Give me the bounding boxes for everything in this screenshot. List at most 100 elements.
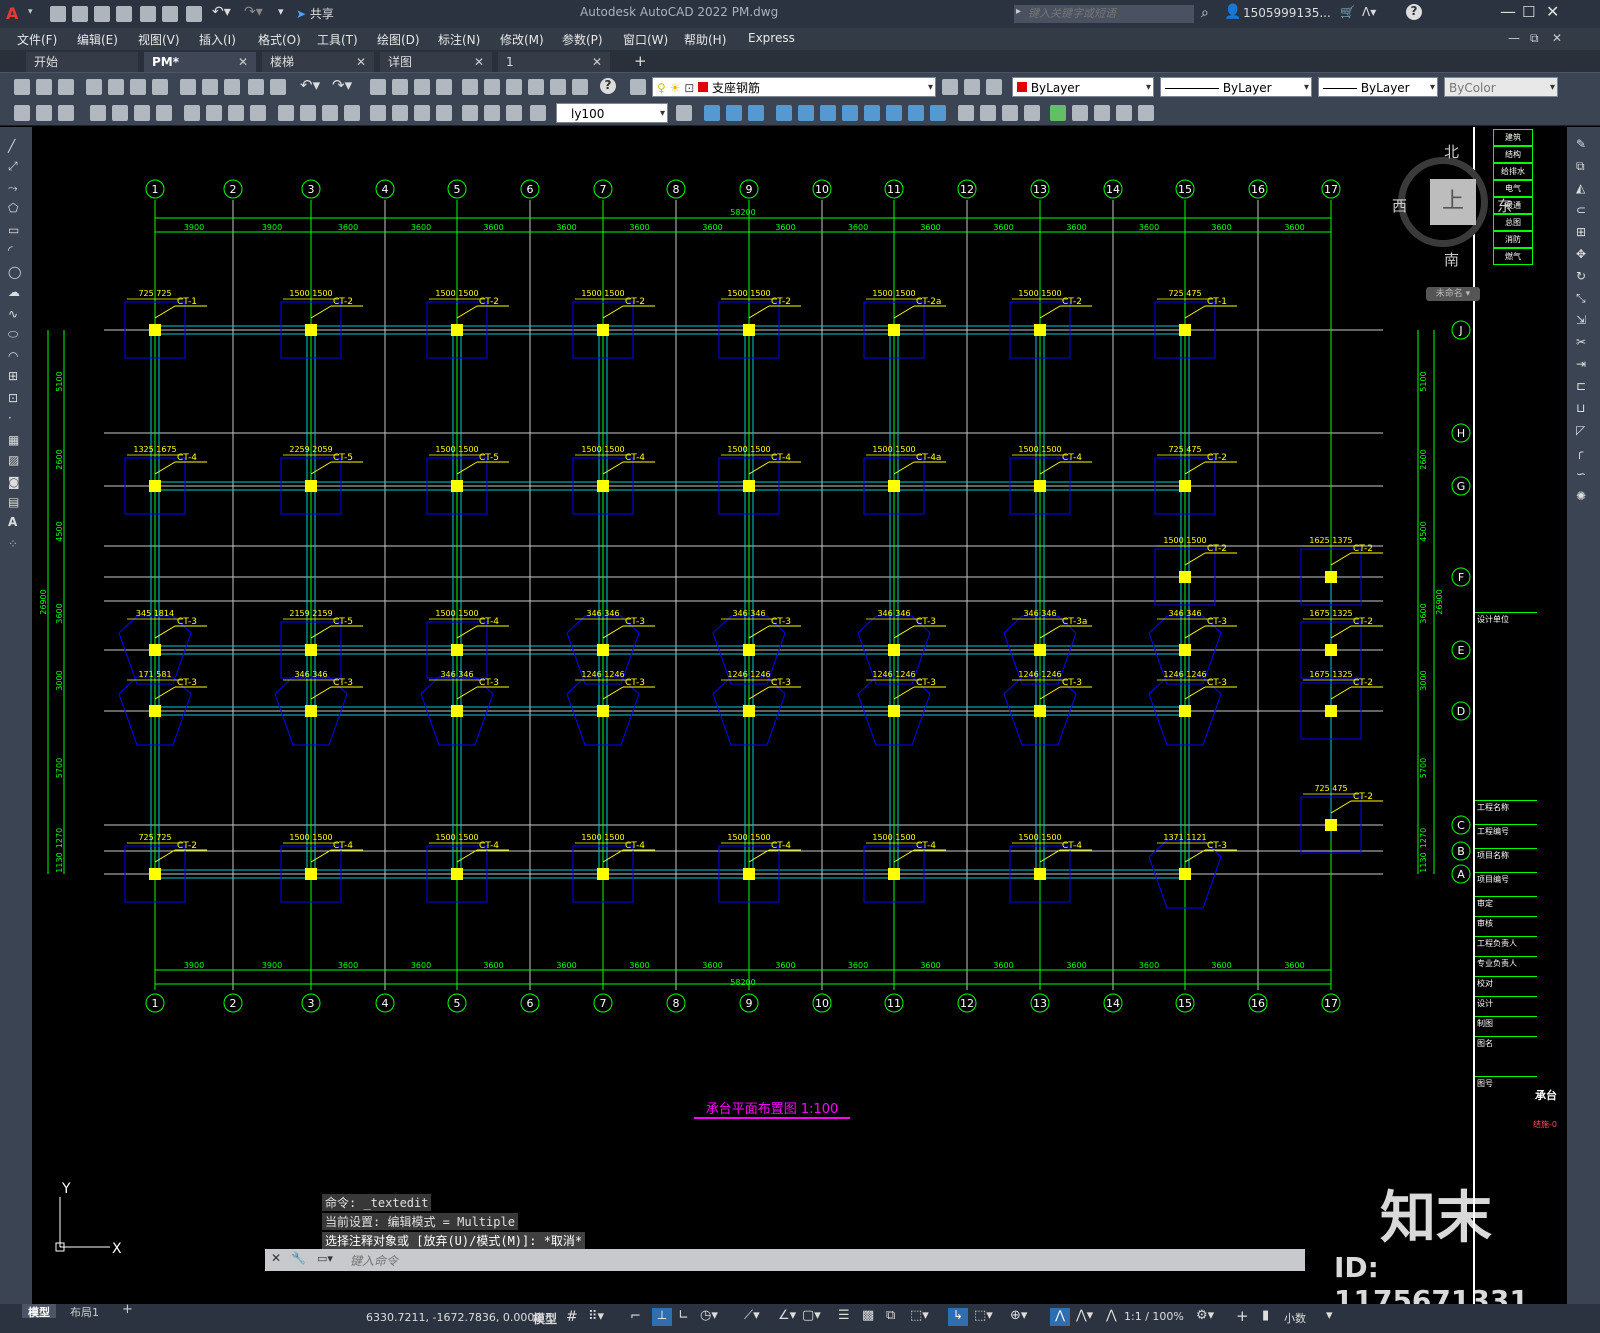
tab-start[interactable]: 开始 — [26, 52, 138, 72]
menu-parameters[interactable]: 参数(P) — [562, 31, 603, 48]
recent-commands-icon[interactable]: ▭▾ — [317, 1252, 333, 1265]
viewcube-north[interactable]: 北 — [1444, 141, 1459, 162]
dim-style-icon[interactable] — [484, 105, 500, 121]
user-icon[interactable]: 👤 — [1224, 4, 1241, 20]
plot-icon[interactable] — [186, 6, 202, 22]
undo-icon[interactable]: ↶▾ — [212, 4, 231, 20]
sheet-set-icon[interactable] — [528, 79, 544, 95]
tab-1[interactable]: 1 ✕ — [498, 52, 610, 72]
construction-line-icon[interactable]: ⤢ — [8, 159, 18, 174]
markup-icon[interactable] — [550, 79, 566, 95]
qnew-icon[interactable] — [14, 79, 30, 95]
plotstyle-dropdown[interactable]: ByColor ▾ — [1444, 77, 1558, 97]
drawing-canvas[interactable]: 58200 58200 3900 3900 3600 3600 3600 3600 3600 36… — [32, 127, 1567, 1304]
tab-pm[interactable]: PM* ✕ — [144, 52, 256, 72]
intersect-icon[interactable] — [1116, 105, 1132, 121]
zoom-window-icon[interactable] — [414, 79, 430, 95]
properties-icon[interactable] — [462, 79, 478, 95]
move-icon[interactable]: ✥ — [1576, 247, 1586, 261]
extrude-icon[interactable] — [958, 105, 974, 121]
tolerance-icon[interactable] — [322, 105, 338, 121]
slice-icon[interactable] — [1138, 105, 1154, 121]
lineweight-icon[interactable]: ☰ — [838, 1308, 850, 1323]
menu-dimension[interactable]: 标注(N) — [438, 31, 480, 48]
save-as-icon[interactable] — [116, 6, 132, 22]
ellipse-arc-icon[interactable]: ◠ — [8, 349, 18, 363]
trim-icon[interactable]: ✂ — [1576, 335, 1586, 349]
union-icon[interactable] — [1072, 105, 1088, 121]
menu-format[interactable]: 格式(O) — [258, 31, 301, 48]
auto-scale-icon[interactable]: ⋀▾ — [1076, 1308, 1093, 1323]
3d-move-icon[interactable] — [704, 105, 720, 121]
dim-baseline-icon[interactable] — [228, 105, 244, 121]
mirror-icon[interactable]: ◭ — [1576, 181, 1585, 195]
dim-jogged-icon[interactable] — [134, 105, 150, 121]
join-icon[interactable]: ⊔ — [1576, 401, 1585, 415]
search-box[interactable]: ▸ — [1014, 5, 1194, 23]
dim-linear-icon[interactable] — [14, 105, 30, 121]
arc-icon[interactable]: ◜ — [8, 243, 13, 257]
annotation-scale[interactable]: 1:1 / 100% — [1124, 1310, 1184, 1323]
save-web-icon[interactable] — [162, 6, 178, 22]
polar-tracking-icon[interactable]: ◷▾ — [700, 1308, 718, 1323]
loft-icon[interactable] — [1050, 105, 1066, 121]
snap-icon[interactable]: ⠿▾ — [588, 1309, 604, 1324]
quickcalc-icon[interactable] — [572, 79, 588, 95]
search-icon[interactable]: ⌕ — [1201, 5, 1209, 21]
coordinates-readout[interactable]: 6330.7211, -1672.7836, 0.0000 — [366, 1311, 541, 1324]
command-input[interactable] — [348, 1251, 1272, 1271]
rectangle-icon[interactable]: ▭ — [8, 223, 19, 237]
close-command-icon[interactable]: ✕ — [271, 1251, 281, 1265]
undo-icon[interactable]: ↶▾ — [300, 76, 320, 94]
save-icon[interactable] — [58, 79, 74, 95]
wedge-icon[interactable] — [798, 105, 814, 121]
autocad-logo-icon[interactable]: A — [6, 4, 26, 24]
pyramid-icon[interactable] — [908, 105, 924, 121]
make-block-icon[interactable]: ⊡ — [8, 391, 18, 405]
dim-aligned-icon[interactable] — [36, 105, 52, 121]
dim-arc-icon[interactable] — [58, 105, 74, 121]
viewcube-east[interactable]: 东 — [1497, 195, 1512, 216]
fillet-icon[interactable]: ╭ — [1576, 445, 1583, 459]
redo-icon[interactable]: ↷▾ — [332, 76, 352, 94]
dim-diameter-icon[interactable] — [156, 105, 172, 121]
dim-text-edit-icon[interactable] — [436, 105, 452, 121]
menu-insert[interactable]: 插入(I) — [199, 31, 236, 48]
selection-filter-icon[interactable]: ⬚▾ — [974, 1308, 993, 1323]
dim-space-icon[interactable] — [278, 105, 294, 121]
block-editor-icon[interactable] — [270, 79, 286, 95]
paste-icon[interactable] — [224, 79, 240, 95]
user-name[interactable]: 1505999135... — [1243, 6, 1331, 20]
tab-close-icon[interactable]: ✕ — [474, 52, 484, 72]
annotation-scale-icon[interactable]: ⋀ — [1106, 1308, 1117, 1323]
point-icon[interactable]: · — [8, 411, 12, 425]
sweep-icon[interactable] — [1002, 105, 1018, 121]
subtract-icon[interactable] — [1094, 105, 1110, 121]
help-icon[interactable]: ? — [1406, 4, 1422, 20]
object-snap-icon[interactable]: ▢▾ — [802, 1308, 821, 1323]
doc-close-icon[interactable]: ✕ — [1552, 31, 1562, 45]
hatch-icon[interactable]: ▦ — [8, 433, 19, 447]
layer-properties-icon[interactable] — [630, 79, 646, 95]
quick-properties-icon[interactable]: ▾ — [1326, 1308, 1333, 1323]
plot-icon[interactable] — [86, 79, 102, 95]
polygon-icon[interactable]: ⬠ — [8, 201, 18, 215]
doc-minimize-icon[interactable]: — — [1508, 31, 1520, 45]
cone-icon[interactable] — [820, 105, 836, 121]
blend-icon[interactable]: ∽ — [1576, 467, 1586, 481]
explode-icon[interactable]: ✺ — [1576, 489, 1586, 503]
linetype-dropdown[interactable]: ByLayer ▾ — [1160, 77, 1312, 97]
center-mark-icon[interactable] — [344, 105, 360, 121]
annotation-visibility-icon[interactable]: ⋀ — [1050, 1308, 1070, 1326]
units-icon[interactable]: ▮ — [1262, 1308, 1269, 1323]
help-icon[interactable]: ? — [600, 78, 616, 94]
layout-tab-model[interactable]: 模型 — [22, 1304, 56, 1319]
foundation-plan[interactable]: 58200582003900 3900 3600 3600 3600 3600 3600 36… — [32, 127, 1567, 1304]
add-layout-icon[interactable]: + — [122, 1302, 133, 1317]
zoom-previous-icon[interactable] — [436, 79, 452, 95]
save-icon[interactable] — [94, 6, 110, 22]
menu-draw[interactable]: 绘图(D) — [377, 31, 420, 48]
menu-view[interactable]: 视图(V) — [138, 31, 180, 48]
transparency-icon[interactable]: ▩ — [862, 1308, 874, 1323]
autodesk-a360-icon[interactable]: Ʌ▾ — [1362, 5, 1376, 19]
